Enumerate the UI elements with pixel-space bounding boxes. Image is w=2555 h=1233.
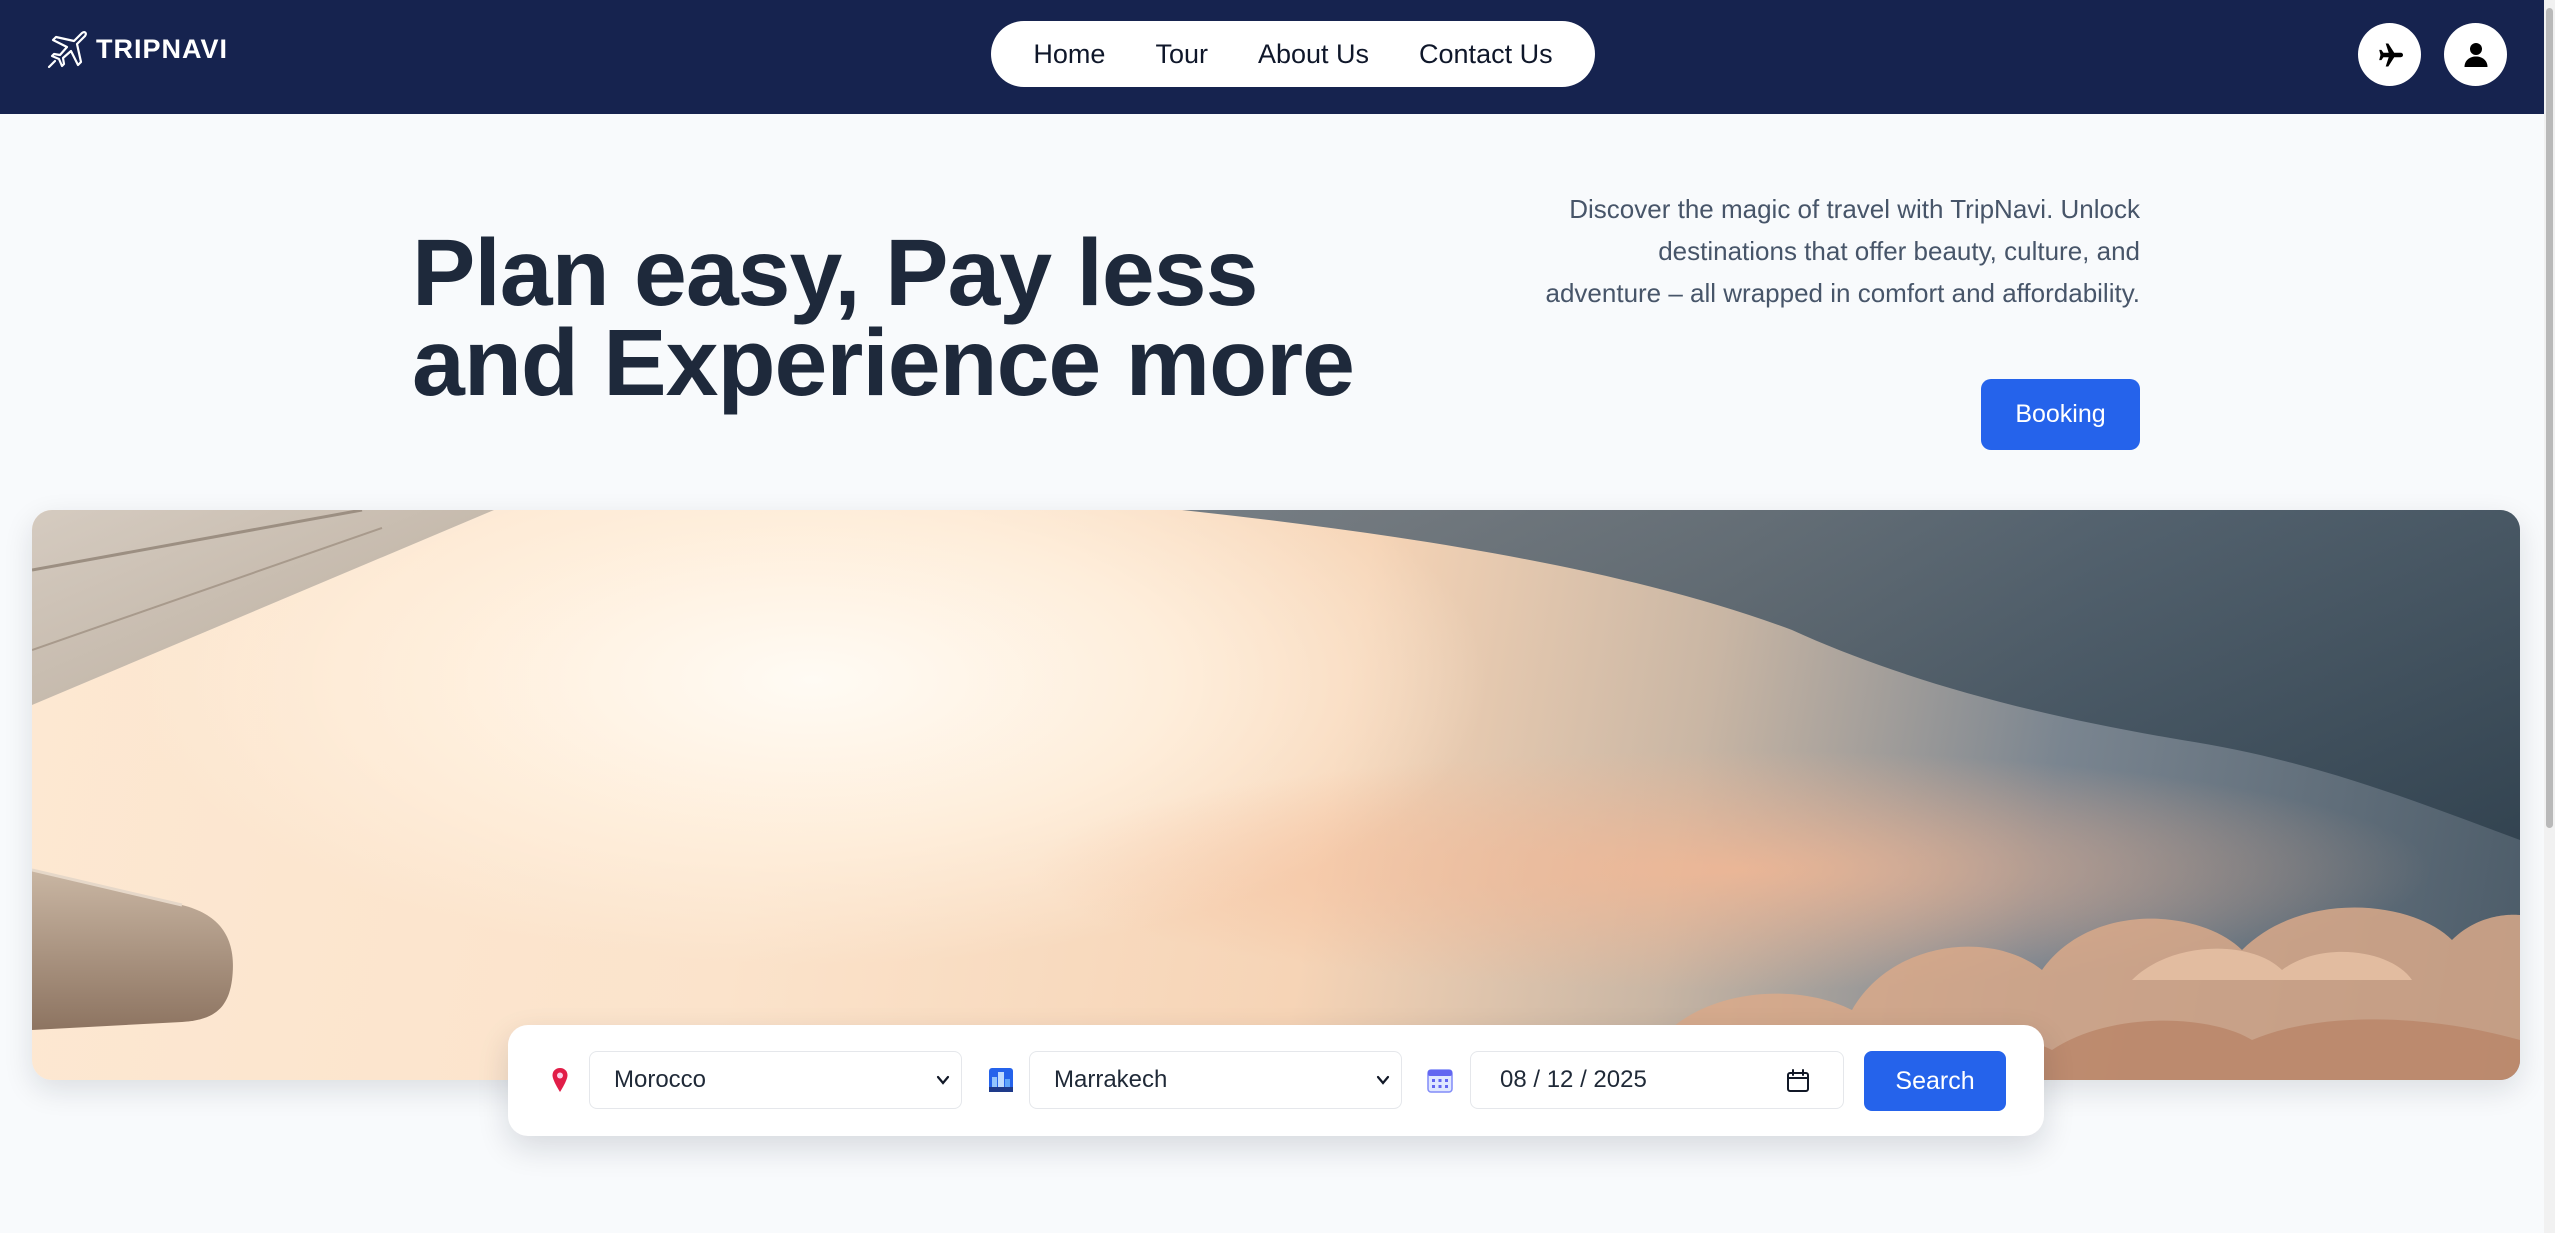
travel-date-value: 08 / 12 / 2025 bbox=[1500, 1066, 1647, 1093]
airplane-logo-icon bbox=[47, 31, 87, 69]
sky-illustration bbox=[32, 510, 2520, 1080]
search-button[interactable]: Search bbox=[1864, 1051, 2006, 1111]
country-select-value: Morocco bbox=[614, 1066, 707, 1093]
navbar: TRIPNAVI Home Tour About Us Contact Us bbox=[0, 0, 2555, 114]
main-nav: Home Tour About Us Contact Us bbox=[991, 21, 1595, 87]
trip-search-bar: Morocco Marrakech 08 / 12 / 2025 Search bbox=[508, 1025, 2044, 1136]
city-select-value: Marrakech bbox=[1054, 1066, 1168, 1093]
brand-name: TRIPNAVI bbox=[96, 33, 229, 64]
city-select[interactable]: Marrakech bbox=[1029, 1051, 1402, 1109]
page-scrollbar-thumb[interactable] bbox=[2546, 8, 2553, 828]
chevron-down-icon bbox=[936, 1075, 950, 1085]
hero-image-sky bbox=[32, 510, 2520, 1080]
nav-link-about-us[interactable]: About Us bbox=[1258, 39, 1369, 70]
location-pin-icon bbox=[546, 1066, 574, 1094]
travel-date-input[interactable]: 08 / 12 / 2025 bbox=[1470, 1051, 1844, 1109]
brand-logo[interactable]: TRIPNAVI bbox=[46, 28, 228, 70]
nav-link-home[interactable]: Home bbox=[1033, 39, 1105, 70]
country-select[interactable]: Morocco bbox=[589, 1051, 962, 1109]
hero-headline-line-2: and Experience more bbox=[412, 310, 1355, 416]
hero-headline: Plan easy, Pay less and Experience more bbox=[412, 220, 1372, 416]
flights-button[interactable] bbox=[2358, 23, 2421, 86]
date-picker-icon[interactable] bbox=[1785, 1068, 1811, 1094]
user-icon bbox=[2464, 42, 2487, 67]
page: TRIPNAVI Home Tour About Us Contact Us P… bbox=[0, 0, 2555, 1233]
booking-button[interactable]: Booking bbox=[1981, 379, 2140, 450]
hero-description: Discover the magic of travel with TripNa… bbox=[1545, 194, 2141, 308]
cityscape-icon bbox=[987, 1066, 1015, 1094]
hero-headline-line-1: Plan easy, Pay less bbox=[412, 220, 1258, 326]
airplane-icon bbox=[2378, 43, 2403, 66]
calendar-icon bbox=[1426, 1066, 1454, 1094]
chevron-down-icon bbox=[1376, 1075, 1390, 1085]
nav-link-tour[interactable]: Tour bbox=[1155, 39, 1208, 70]
nav-link-contact-us[interactable]: Contact Us bbox=[1419, 39, 1553, 70]
account-button[interactable] bbox=[2444, 23, 2507, 86]
